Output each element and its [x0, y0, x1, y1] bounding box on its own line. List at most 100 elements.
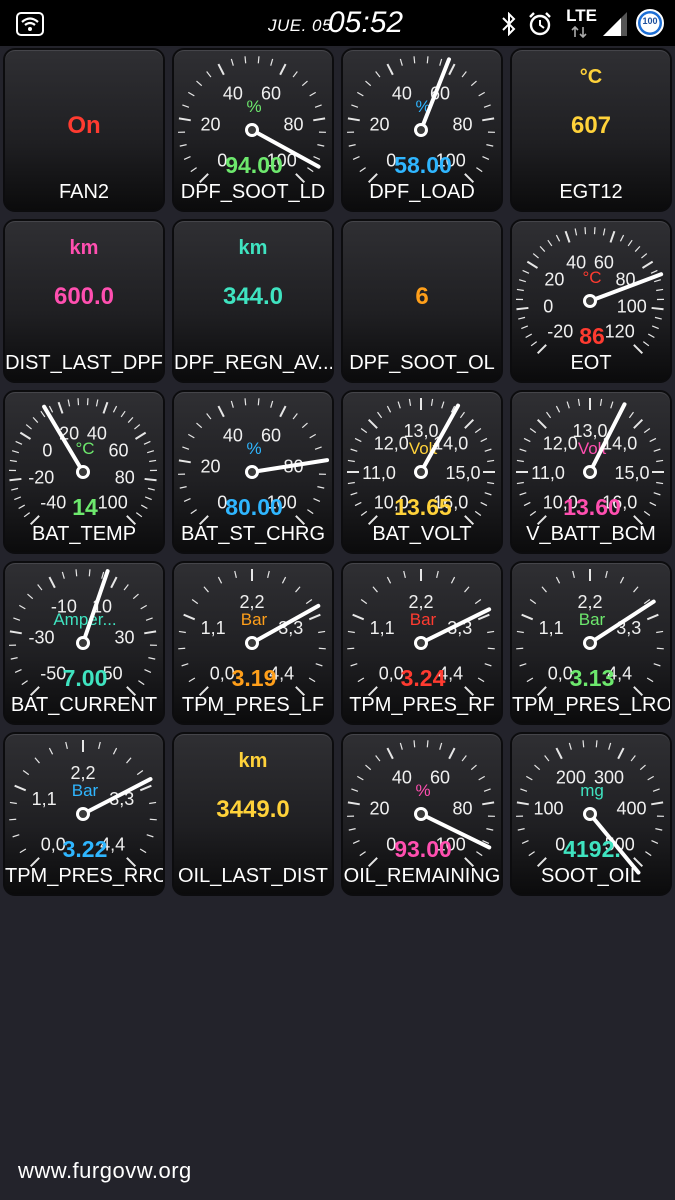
gauge-tile[interactable]: -20 0 20 40 60 80 100 120 °C 86 EOT: [510, 219, 672, 383]
gauge-tile[interactable]: 0 20 40 60 80 100% 58.00 DPF_LOAD: [341, 48, 503, 212]
gauge-value: 4192.: [563, 836, 621, 862]
minor-tick: [555, 405, 561, 413]
minor-tick: [574, 228, 578, 236]
minor-tick: [521, 840, 529, 844]
gauge-tile[interactable]: 0,0 1,1 2,2 3,3 4,4 Bar 3.13 TPM_PRES_LRO: [510, 561, 672, 725]
gauge-tile[interactable]: 0,0 1,1 2,2 3,3 4,4 Bar 3.22 TPM_PRES_RRO: [3, 732, 165, 896]
major-tick: [651, 801, 664, 806]
minor-tick: [634, 245, 641, 252]
gauge-tile[interactable]: 0 20 40 60 80 100% 94.00 DPF_SOOT_LD: [172, 48, 334, 212]
tick-label: 20: [201, 114, 221, 134]
minor-tick: [9, 818, 17, 821]
minor-tick: [487, 647, 495, 650]
minor-tick: [95, 399, 99, 407]
minor-tick: [292, 413, 298, 420]
gauge-tile[interactable]: km 344.0 DPF_REGN_AV...: [172, 219, 334, 383]
minor-tick: [187, 91, 195, 97]
major-tick: [526, 260, 539, 269]
minor-tick: [146, 450, 155, 454]
minor-tick: [350, 448, 358, 452]
gauge-tile[interactable]: 0 20 40 60 80 100% 93.00 OIL_REMAINING: [341, 732, 503, 896]
minor-tick: [430, 398, 434, 406]
minor-tick: [32, 416, 39, 423]
minor-tick: [14, 669, 22, 673]
gauge-tile[interactable]: 10,0 11,0 12,0 13,0 14,0 15,0 16,0 Volt 13.65 BAT…: [341, 390, 503, 554]
gauge-tile[interactable]: km 3449.0 OIL_LAST_DIST: [172, 732, 334, 896]
gauge-tile[interactable]: 6 DPF_SOOT_OL: [341, 219, 503, 383]
minor-tick: [187, 433, 195, 439]
minor-tick: [182, 446, 190, 450]
tile-value: 3449.0: [216, 796, 290, 823]
minor-tick: [529, 510, 537, 516]
gauge-value: 80.00: [225, 494, 283, 520]
minor-tick: [656, 459, 664, 463]
tile-value: 600.0: [53, 283, 115, 310]
minor-tick: [441, 401, 445, 409]
gauge-tile[interactable]: 0,0 1,1 2,2 3,3 4,4 Bar 3.24 TPM_PRES_RF: [341, 561, 503, 725]
minor-tick: [15, 440, 23, 445]
tick-label: 11,0: [362, 463, 396, 483]
minor-tick: [351, 104, 359, 108]
tick-label: 20: [370, 114, 390, 134]
minor-tick: [439, 58, 443, 66]
minor-tick: [642, 341, 650, 347]
gauge-tile[interactable]: °C 607 EGT12: [510, 48, 672, 212]
minor-tick: [217, 576, 223, 584]
minor-tick: [482, 156, 490, 160]
minor-tick: [470, 80, 477, 87]
tile-label: OIL_LAST_DIST: [177, 865, 329, 887]
minor-tick: [140, 504, 148, 510]
minor-tick: [656, 630, 664, 634]
minor-tick: [309, 91, 317, 97]
gauge-unit: °C: [582, 268, 601, 287]
minor-tick: [112, 405, 118, 413]
minor-tick: [149, 818, 157, 821]
gauge-tile[interactable]: -50 -30 -10 10 30 50 Amper... 7.00 BAT_CURRENT: [3, 561, 165, 725]
major-tick: [516, 306, 529, 311]
minor-tick: [529, 599, 537, 605]
major-tick: [564, 230, 571, 243]
minor-tick: [181, 663, 189, 667]
minor-tick: [347, 630, 355, 634]
tile-unit: km: [238, 750, 268, 772]
gauge-value: 3.13: [570, 665, 615, 691]
minor-tick: [12, 834, 20, 838]
minor-tick: [21, 680, 28, 686]
minor-tick: [375, 755, 381, 762]
gauge-tile[interactable]: 020406080100%80.00BAT_ST_CHRG: [172, 390, 334, 554]
gauge-tile[interactable]: km 600.0 DIST_LAST_DPF: [3, 219, 165, 383]
minor-tick: [18, 604, 26, 610]
tile-label: V_BATT_BCM: [526, 523, 656, 545]
gauge-tile[interactable]: 0 100 200 300 400 500 mg 4192. SOOT_OIL: [510, 732, 672, 896]
major-tick: [352, 613, 365, 621]
minor-tick: [230, 400, 234, 408]
gauge-tile[interactable]: On FAN2: [3, 48, 165, 212]
major-tick: [386, 63, 394, 76]
status-bar: JUE. 05 05:52 LTE 100: [0, 0, 675, 46]
major-tick: [313, 117, 326, 122]
status-time: 05:52: [328, 6, 404, 39]
minor-tick: [132, 593, 139, 600]
minor-tick: [577, 398, 581, 406]
minor-tick: [516, 288, 524, 292]
minor-tick: [27, 593, 34, 600]
minor-tick: [627, 239, 633, 247]
major-tick: [48, 576, 56, 589]
gauge-tile[interactable]: 10,0 11,0 12,0 13,0 14,0 15,0 16,0 Volt 13.60 V_B…: [510, 390, 672, 554]
tile-label: DPF_SOOT_OL: [349, 352, 495, 374]
gauge-unit: °C: [75, 439, 94, 458]
minor-tick: [182, 104, 190, 108]
minor-tick: [459, 411, 465, 419]
minor-tick: [149, 801, 157, 805]
major-tick: [347, 117, 360, 122]
minor-tick: [360, 510, 368, 516]
tick-label: 120: [605, 322, 635, 342]
minor-tick: [11, 450, 20, 454]
signal-icon: [603, 12, 627, 36]
minor-tick: [608, 742, 612, 750]
gauge-tile[interactable]: -40 -20 0 20 40 60 80 100 °C 14 BAT_TEMP: [3, 390, 165, 554]
minor-tick: [183, 156, 191, 160]
minor-tick: [619, 234, 625, 242]
tick-label: -20: [547, 322, 573, 342]
gauge-tile[interactable]: 0,0 1,1 2,2 3,3 4,4 Bar 3.19 TPM_PRES_LF: [172, 561, 334, 725]
